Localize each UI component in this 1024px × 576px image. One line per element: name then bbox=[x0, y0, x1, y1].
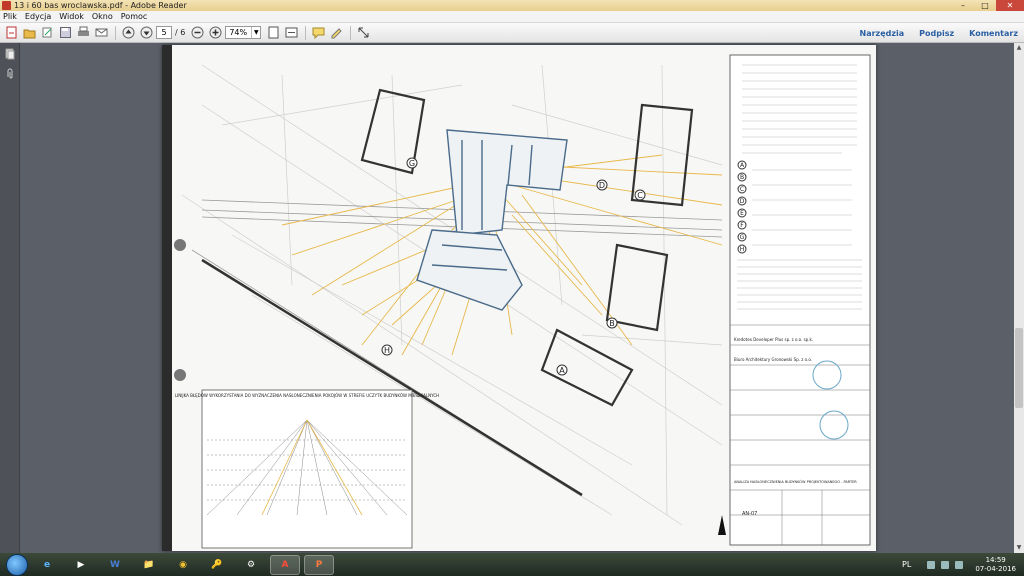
fit-width-icon[interactable] bbox=[283, 25, 299, 41]
menu-plik[interactable]: Plik bbox=[3, 12, 17, 21]
comment-icon[interactable] bbox=[310, 25, 326, 41]
close-button[interactable]: ✕ bbox=[996, 0, 1024, 11]
pages-icon[interactable] bbox=[5, 48, 15, 60]
vertical-scrollbar[interactable]: ▲ ▼ bbox=[1014, 43, 1024, 553]
chevron-down-icon: ▼ bbox=[251, 27, 260, 38]
menu-edycja[interactable]: Edycja bbox=[25, 12, 51, 21]
keys-taskbar-icon[interactable]: 🔑 bbox=[202, 555, 232, 575]
next-page-icon[interactable] bbox=[138, 25, 154, 41]
email-icon[interactable] bbox=[93, 25, 109, 41]
ie-taskbar-icon[interactable]: e bbox=[32, 555, 62, 575]
edit-icon[interactable] bbox=[39, 25, 55, 41]
comment-link[interactable]: Komentarz bbox=[969, 29, 1018, 38]
site-plan-drawing: G D C B A H LINIJKA BŁĘDÓW WYKORZYSTANIA… bbox=[162, 45, 871, 551]
binder-ring bbox=[174, 239, 186, 251]
tray-app-icon[interactable] bbox=[927, 560, 936, 569]
media-player-taskbar-icon[interactable]: ▶ bbox=[66, 555, 96, 575]
scroll-thumb[interactable] bbox=[1015, 328, 1023, 408]
page-total: / 6 bbox=[175, 28, 186, 37]
marker-b: B bbox=[609, 319, 615, 328]
legend-g: G bbox=[740, 234, 745, 241]
save-icon[interactable] bbox=[57, 25, 73, 41]
toolbar-separator bbox=[305, 25, 307, 40]
language-indicator[interactable]: PL bbox=[902, 560, 911, 569]
adobe-taskbar-icon[interactable]: A bbox=[270, 554, 300, 575]
legend-e: E bbox=[740, 210, 744, 217]
create-pdf-icon[interactable] bbox=[3, 25, 19, 41]
navigation-panel bbox=[0, 43, 20, 553]
sign-link[interactable]: Podpisz bbox=[919, 29, 954, 38]
volume-icon[interactable] bbox=[955, 560, 964, 569]
clock[interactable]: 14:59 07-04-2016 bbox=[975, 556, 1016, 574]
drawing-title: ANALIZA NASŁONECZNIENIA BUDYNKÓW PROJEKT… bbox=[734, 479, 857, 484]
previous-page-icon[interactable] bbox=[120, 25, 136, 41]
legend-b: B bbox=[740, 174, 744, 181]
legend-d: D bbox=[740, 198, 745, 205]
marker-c: C bbox=[637, 191, 643, 200]
clock-date: 07-04-2016 bbox=[975, 564, 1016, 573]
marker-h: H bbox=[384, 346, 390, 355]
taskbar: e ▶ W 📁 ◉ 🔑 ⚙ A P PL 14:59 07-04-2016 bbox=[0, 553, 1024, 576]
scroll-down-icon[interactable]: ▼ bbox=[1014, 543, 1024, 553]
word-taskbar-icon[interactable]: W bbox=[100, 555, 130, 575]
zoom-value: 74% bbox=[229, 28, 248, 37]
minimize-button[interactable]: – bbox=[952, 0, 974, 11]
tools-link[interactable]: Narzędzia bbox=[860, 29, 905, 38]
binder-ring bbox=[174, 369, 186, 381]
title-bar: 13 i 60 bas wroclawska.pdf - Adobe Reade… bbox=[0, 0, 1024, 11]
zoom-out-icon[interactable] bbox=[189, 25, 205, 41]
toolbar-separator bbox=[350, 25, 352, 40]
network-icon[interactable] bbox=[941, 560, 950, 569]
marker-d: D bbox=[599, 181, 605, 190]
legend-c: C bbox=[740, 186, 744, 193]
investor-name: Kredotex Developer Plus sp. z o.o. sp.k. bbox=[734, 337, 813, 342]
highlight-icon[interactable] bbox=[328, 25, 344, 41]
window-title: 13 i 60 bas wroclawska.pdf - Adobe Reade… bbox=[14, 1, 187, 10]
marker-g: G bbox=[409, 159, 415, 168]
page-number-input[interactable]: 5 bbox=[156, 26, 172, 39]
scroll-up-icon[interactable]: ▲ bbox=[1014, 43, 1024, 53]
fit-page-icon[interactable] bbox=[265, 25, 281, 41]
pdf-page: G D C B A H LINIJKA BŁĘDÓW WYKORZYSTANIA… bbox=[162, 45, 876, 551]
legend-f: F bbox=[740, 222, 744, 229]
toolbar: 5 / 6 74% ▼ Narzędzia Podpisz Komentarz bbox=[0, 23, 1024, 43]
print-icon[interactable] bbox=[75, 25, 91, 41]
legend-h: H bbox=[740, 246, 745, 253]
marker-a: A bbox=[559, 366, 565, 375]
clock-time: 14:59 bbox=[985, 555, 1006, 564]
maximize-button[interactable]: □ bbox=[974, 0, 996, 11]
explorer-taskbar-icon[interactable]: 📁 bbox=[134, 555, 164, 575]
toolbar-separator bbox=[115, 25, 116, 40]
menu-bar: Plik Edycja Widok Okno Pomoc bbox=[0, 11, 1024, 23]
tool-taskbar-icon[interactable]: ⚙ bbox=[236, 555, 266, 575]
chrome-taskbar-icon[interactable]: ◉ bbox=[168, 555, 198, 575]
office-name: Biuro Architektury Gronowski Sp. z o.o. bbox=[734, 357, 812, 362]
zoom-in-icon[interactable] bbox=[207, 25, 223, 41]
legend-panel: A B C D E F G H Kredotex Developer Plus … bbox=[729, 54, 871, 546]
menu-okno[interactable]: Okno bbox=[92, 12, 113, 21]
open-file-icon[interactable] bbox=[21, 25, 37, 41]
north-arrow-icon bbox=[718, 515, 726, 535]
binder-edge bbox=[162, 45, 172, 551]
powerpoint-taskbar-icon[interactable]: P bbox=[304, 554, 334, 575]
sun-ruler-chart bbox=[201, 389, 413, 549]
ruler-chart-title: LINIJKA BŁĘDÓW WYKORZYSTANIA DO WYZNACZE… bbox=[175, 393, 439, 398]
menu-pomoc[interactable]: Pomoc bbox=[121, 12, 148, 21]
adobe-reader-icon bbox=[2, 1, 11, 10]
expand-icon[interactable] bbox=[355, 25, 371, 41]
document-view[interactable]: G D C B A H LINIJKA BŁĘDÓW WYKORZYSTANIA… bbox=[20, 43, 1014, 553]
sheet-number: AN-07 bbox=[742, 511, 757, 517]
start-button[interactable] bbox=[6, 553, 28, 576]
attachment-icon[interactable] bbox=[5, 68, 15, 80]
menu-widok[interactable]: Widok bbox=[59, 12, 84, 21]
zoom-level-select[interactable]: 74% ▼ bbox=[225, 26, 262, 39]
system-tray: PL 14:59 07-04-2016 bbox=[902, 553, 1016, 576]
